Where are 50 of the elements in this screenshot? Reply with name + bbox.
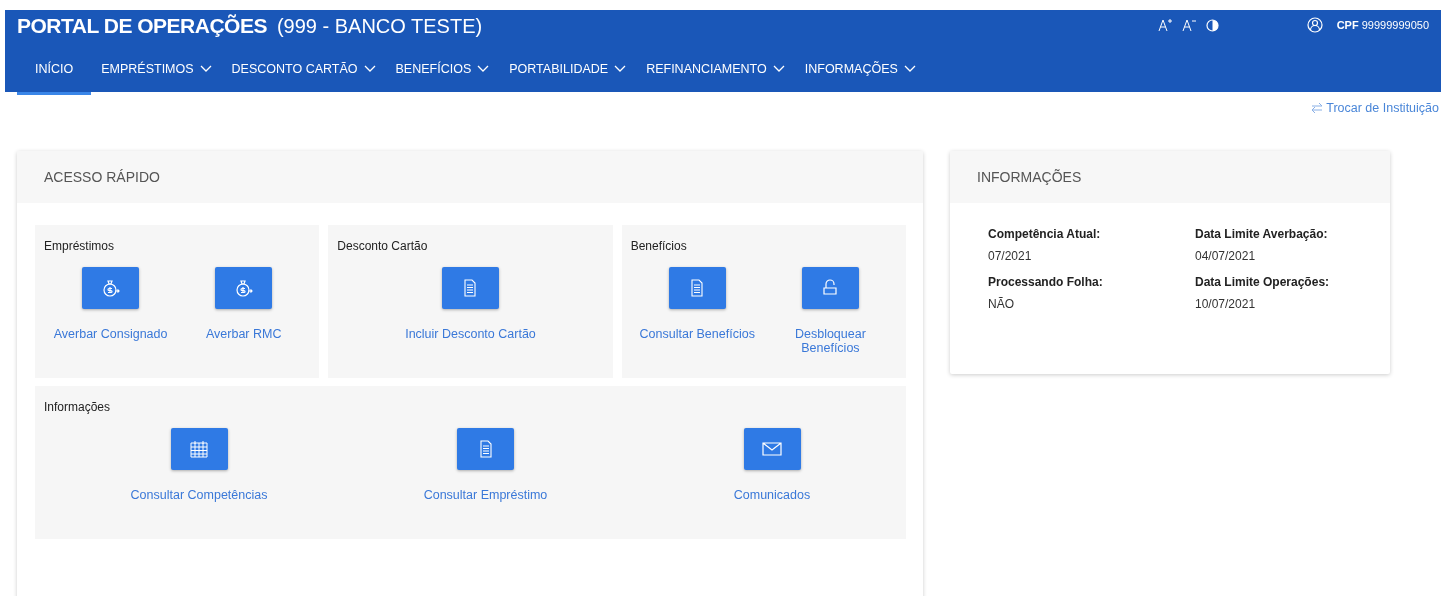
- group-title: Desconto Cartão: [337, 239, 429, 253]
- group-title: Benefícios: [630, 239, 688, 253]
- nav-tab[interactable]: INÍCIO: [17, 59, 92, 95]
- swap-arrows-icon: [1311, 103, 1324, 113]
- shortcut-button[interactable]: [668, 267, 726, 309]
- envelope-icon: [761, 439, 783, 459]
- shortcut-button[interactable]: [170, 428, 228, 470]
- group-title: Empréstimos: [44, 239, 115, 253]
- nav-tab[interactable]: INFORMAÇÕES: [794, 59, 926, 95]
- shortcut-button[interactable]: [215, 267, 273, 309]
- field-label: Competência Atual:: [988, 227, 1102, 241]
- shortcut-button[interactable]: [801, 267, 859, 309]
- cpf-text: CPF 99999999050: [1336, 19, 1429, 31]
- nav-tab[interactable]: REFINANCIAMENTO: [636, 59, 795, 95]
- shortcut-button[interactable]: [82, 267, 140, 309]
- shortcut-link[interactable]: Averbar RMC: [206, 327, 282, 341]
- card-header: INFORMAÇÕES: [950, 151, 1390, 203]
- institution-name: (999 - BANCO TESTE): [276, 13, 483, 38]
- increase-font-icon[interactable]: [1157, 18, 1172, 32]
- nav-tab[interactable]: DESCONTO CARTÃO: [221, 59, 386, 95]
- shortcut-link[interactable]: Incluir Desconto Cartão: [405, 327, 536, 341]
- field-value: 04/07/2021: [1195, 249, 1257, 263]
- money-bag-icon: [233, 278, 254, 298]
- nav-tab[interactable]: EMPRÉSTIMOS: [91, 59, 222, 95]
- field-label: Processando Folha:: [988, 275, 1104, 289]
- money-bag-icon: [100, 278, 121, 298]
- field-label: Data Limite Averbação:: [1195, 227, 1329, 241]
- calendar-icon: [189, 439, 209, 459]
- shortcut-button[interactable]: [442, 267, 499, 309]
- field-value: 10/07/2021: [1195, 297, 1257, 311]
- shortcut-button[interactable]: [743, 428, 801, 470]
- contrast-icon[interactable]: [1205, 18, 1219, 32]
- shortcut-link[interactable]: Desbloquear Benefícios: [767, 327, 893, 355]
- user-icon[interactable]: [1306, 17, 1323, 33]
- card-header: ACESSO RÁPIDO: [17, 151, 923, 203]
- field-value: 07/2021: [988, 249, 1033, 263]
- group-title: Informações: [44, 400, 112, 414]
- field-label: Data Limite Operações:: [1195, 275, 1331, 289]
- decrease-font-icon[interactable]: [1181, 18, 1196, 32]
- shortcut-link[interactable]: Averbar Consignado: [53, 327, 168, 341]
- field-value: NÃO: [988, 297, 1015, 311]
- shortcut-link[interactable]: Comunicados: [733, 488, 811, 502]
- shortcut-link[interactable]: Consultar Empréstimo: [423, 488, 548, 502]
- nav-tab[interactable]: BENEFÍCIOS: [385, 59, 500, 95]
- switch-institution-link[interactable]: Trocar de Instituição: [1311, 101, 1439, 115]
- portal-title: PORTAL DE OPERAÇÕES: [17, 13, 267, 38]
- shortcut-button[interactable]: [457, 428, 514, 470]
- shortcut-link[interactable]: Consultar Competências: [130, 488, 268, 502]
- nav-tab[interactable]: PORTABILIDADE: [499, 59, 637, 95]
- shortcut-link[interactable]: Consultar Benefícios: [639, 327, 755, 341]
